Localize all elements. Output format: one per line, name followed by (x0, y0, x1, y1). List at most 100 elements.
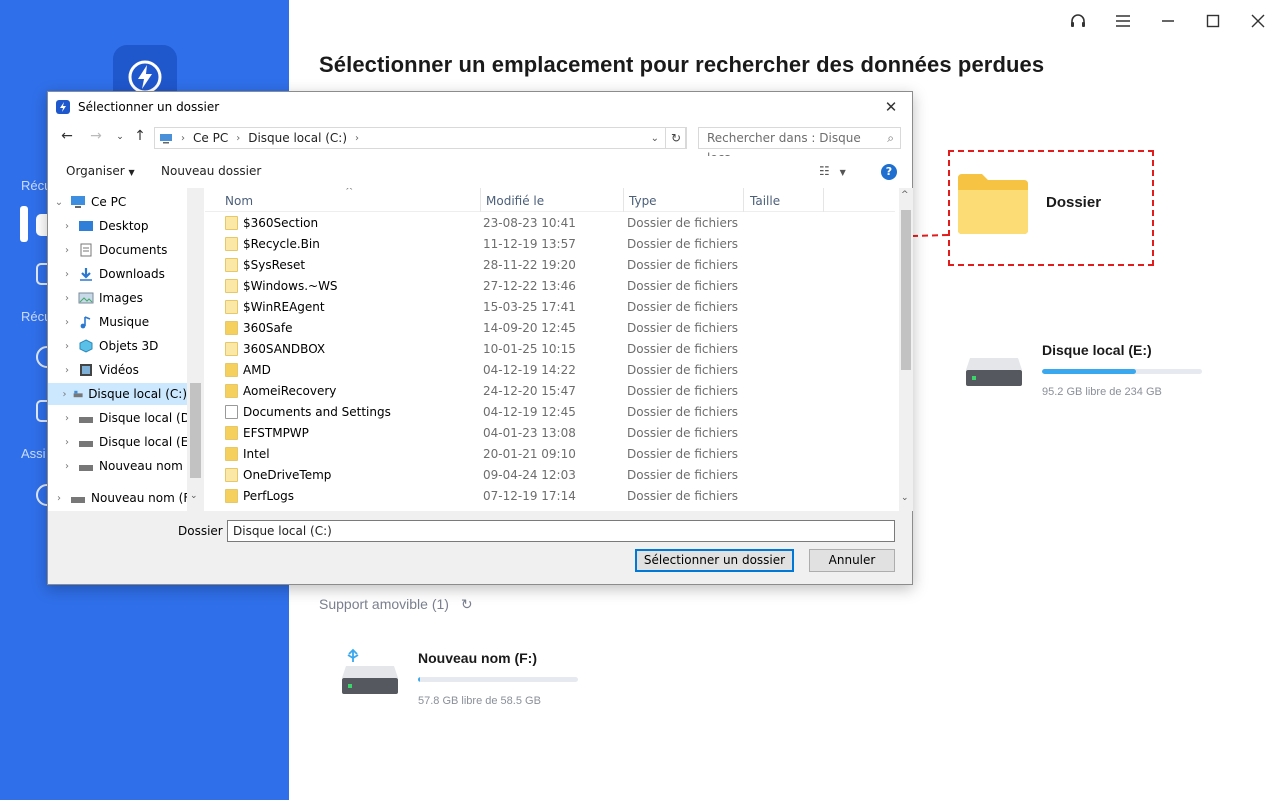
folder-field-label: Dossier : (178, 524, 231, 538)
removable-section-label: Support amovible (1) (319, 596, 449, 612)
shortcut-folder-icon (225, 405, 238, 419)
breadcrumb-separator-icon: › (355, 132, 360, 144)
chevron-right-icon[interactable]: › (60, 413, 74, 424)
tree-item-images[interactable]: › Images (60, 287, 143, 309)
drive-e-name[interactable]: Disque local (E:) (1042, 342, 1152, 358)
documents-icon (80, 243, 92, 257)
column-header-type[interactable]: Type (629, 194, 657, 208)
chevron-right-icon[interactable]: › (60, 317, 74, 328)
dialog-title: Sélectionner un dossier (78, 99, 220, 114)
drive-c-icon (73, 390, 83, 398)
table-row[interactable]: $SysReset 28-11-22 19:20 Dossier de fichie… (225, 255, 875, 276)
chevron-right-icon[interactable]: › (60, 341, 74, 352)
scrollbar-thumb[interactable] (901, 210, 911, 370)
refresh-icon[interactable]: ↻ (461, 596, 473, 612)
tree-item-disque-c[interactable]: › Disque local (C:) (48, 383, 187, 405)
drive-icon (79, 465, 93, 471)
drive-f-name[interactable]: Nouveau nom (F:) (418, 650, 537, 666)
tree-item-musique[interactable]: › Musique (60, 311, 149, 333)
chevron-right-icon[interactable]: › (60, 221, 74, 232)
address-dropdown-icon[interactable]: ⌄ (651, 133, 659, 144)
new-folder-button[interactable]: Nouveau dossier (161, 164, 261, 178)
column-header-modified[interactable]: Modifié le (486, 194, 544, 208)
tree-item-nouveau-nom-f[interactable]: › Nouveau nom (F:) (52, 487, 198, 509)
view-options-icon[interactable]: ☷ ▼ (819, 164, 846, 178)
drive-icon (79, 441, 93, 447)
videos-icon (80, 364, 92, 376)
table-row[interactable]: $Windows.~WS 27-12-22 13:46 Dossier de fic… (225, 276, 875, 297)
table-row[interactable]: EFSTMPWP 04-01-23 13:08 Dossier de fichier… (225, 423, 875, 444)
organize-button[interactable]: Organiser ▼ (66, 164, 135, 178)
folder-icon (225, 216, 238, 230)
tree-item-documents[interactable]: › Documents (60, 239, 167, 261)
chevron-right-icon[interactable]: › (60, 461, 74, 472)
search-input[interactable]: Rechercher dans : Disque loca... ⌕ (698, 127, 901, 165)
table-row[interactable]: PerfLogs 07-12-19 17:14 Dossier de fichier… (225, 486, 875, 507)
dialog-close-icon[interactable]: ✕ (876, 94, 906, 119)
table-row[interactable]: 360Safe 14-09-20 12:45 Dossier de fichiers (225, 318, 875, 339)
chevron-right-icon[interactable]: › (60, 437, 74, 448)
select-folder-button[interactable]: Sélectionner un dossier (635, 549, 794, 572)
refresh-icon[interactable]: ↻ (665, 127, 687, 149)
tree-item-desktop[interactable]: › Desktop (60, 215, 149, 237)
chevron-right-icon[interactable]: › (60, 365, 74, 376)
search-icon: ⌕ (887, 131, 894, 145)
scroll-down-icon[interactable]: ⌄ (901, 493, 909, 503)
breadcrumb-ce-pc[interactable]: Ce PC (193, 131, 228, 145)
table-row[interactable]: AMD 04-12-19 14:22 Dossier de fichiers (225, 360, 875, 381)
chevron-right-icon[interactable]: › (52, 493, 66, 504)
scroll-down-icon[interactable]: ⌄ (190, 491, 198, 501)
chevron-down-icon[interactable]: ⌄ (52, 197, 66, 208)
folder-icon (225, 342, 238, 356)
column-header-name[interactable]: Nom (225, 194, 253, 208)
up-arrow-icon[interactable]: ↑ (130, 128, 150, 144)
table-row[interactable]: Intel 20-01-21 09:10 Dossier de fichiers (225, 444, 875, 465)
maximize-icon[interactable] (1190, 0, 1235, 42)
breadcrumb-disque-c[interactable]: Disque local (C:) (248, 131, 347, 145)
minimize-icon[interactable] (1145, 0, 1190, 42)
headset-icon[interactable] (1055, 0, 1100, 42)
folder-icon (225, 489, 238, 503)
file-list-pane: ^ Nom Modifié le Type Taille $360Section… (205, 188, 912, 511)
table-row[interactable]: $Recycle.Bin 11-12-19 13:57 Dossier de fic… (225, 234, 875, 255)
tree-item-downloads[interactable]: › Downloads (60, 263, 165, 285)
folder-field[interactable]: Disque local (C:) (227, 520, 895, 542)
chevron-right-icon[interactable]: › (60, 269, 74, 280)
tree-item-disque-e[interactable]: › Disque local (E:) (60, 431, 197, 453)
folder-icon (225, 447, 238, 461)
address-bar[interactable]: › Ce PC › Disque local (C:) › ⌄ (154, 127, 686, 149)
table-row[interactable]: AomeiRecovery 24-12-20 15:47 Dossier de fi… (225, 381, 875, 402)
table-row[interactable]: OneDriveTemp 09-04-24 12:03 Dossier de fic… (225, 465, 875, 486)
tree-item-objets-3d[interactable]: › Objets 3D (60, 335, 158, 357)
folder-icon (225, 384, 238, 398)
forward-arrow-icon[interactable]: → (86, 128, 106, 144)
column-header-size[interactable]: Taille (750, 194, 780, 208)
table-row[interactable]: 360SANDBOX 10-01-25 10:15 Dossier de fichi… (225, 339, 875, 360)
tree-item-disque-d[interactable]: › Disque local (D:) (60, 407, 199, 429)
table-row[interactable]: $WinREAgent 15-03-25 17:41 Dossier de fich… (225, 297, 875, 318)
tree-item-ce-pc[interactable]: ⌄ Ce PC (52, 191, 126, 213)
navigation-scrollbar[interactable]: ⌄ (187, 188, 204, 511)
file-list-scrollbar[interactable]: ^ ⌄ (899, 188, 913, 511)
dossier-label[interactable]: Dossier (1046, 194, 1101, 211)
back-arrow-icon[interactable]: ← (57, 128, 77, 144)
tree-item-videos[interactable]: › Vidéos (60, 359, 139, 381)
3d-objects-icon (79, 339, 93, 353)
close-icon[interactable] (1235, 0, 1280, 42)
help-icon[interactable]: ? (881, 164, 897, 180)
scroll-up-icon[interactable]: ^ (901, 190, 909, 200)
dialog-navigation: ← → ⌄ ↑ › Ce PC › Disque local (C:) › ⌄ … (48, 124, 912, 165)
pc-small-icon (160, 134, 172, 144)
cancel-button[interactable]: Annuler (809, 549, 895, 572)
recent-dropdown-icon[interactable]: ⌄ (110, 132, 130, 142)
folder-icon (958, 174, 1028, 234)
table-row[interactable]: $360Section 23-08-23 10:41 Dossier de fich… (225, 213, 875, 234)
folder-icon (225, 321, 238, 335)
chevron-right-icon[interactable]: › (60, 389, 69, 400)
tree-item-nouveau-nom[interactable]: › Nouveau nom (F (60, 455, 198, 477)
chevron-right-icon[interactable]: › (60, 245, 74, 256)
menu-icon[interactable] (1100, 0, 1145, 42)
chevron-right-icon[interactable]: › (60, 293, 74, 304)
folder-icon (225, 300, 238, 314)
table-row[interactable]: Documents and Settings 04-12-19 12:45 Doss… (225, 402, 875, 423)
